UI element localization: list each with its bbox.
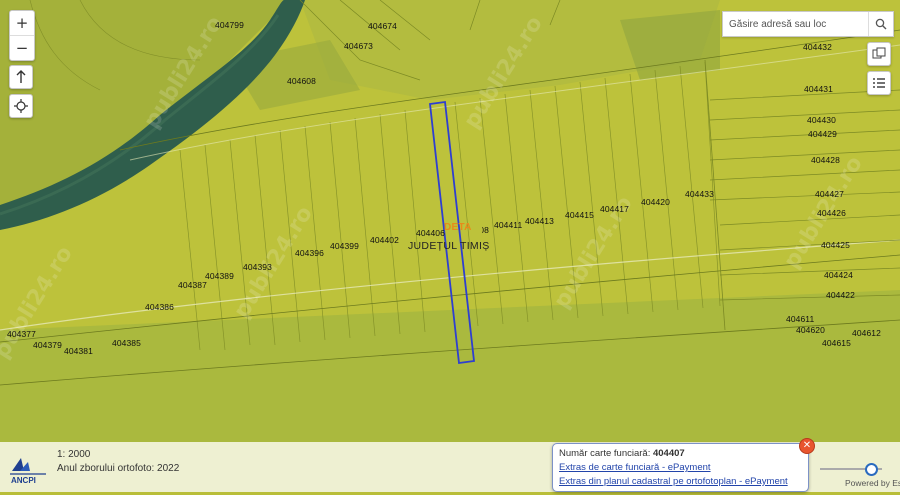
- zoom-out-button[interactable]: −: [10, 35, 34, 60]
- parcel-label[interactable]: 404427: [815, 189, 844, 199]
- parcel-label[interactable]: 404411: [494, 220, 522, 230]
- parcel-label[interactable]: 404406: [416, 228, 445, 238]
- parcel-label[interactable]: 404387: [178, 280, 207, 290]
- parcel-label[interactable]: 404381: [64, 346, 93, 356]
- parcel-label[interactable]: 404415: [565, 210, 594, 220]
- parcel-label[interactable]: 404379: [33, 340, 62, 350]
- locate-button[interactable]: [9, 94, 33, 118]
- parcel-label[interactable]: 404615: [822, 338, 851, 348]
- basemap-toggle-button[interactable]: [867, 42, 891, 66]
- zoom-in-button[interactable]: +: [10, 11, 34, 35]
- parcel-label[interactable]: 404413: [525, 216, 554, 226]
- carte-number: 404407: [652, 448, 685, 459]
- parcel-label[interactable]: 404799: [215, 20, 244, 30]
- zoom-control: + −: [9, 10, 35, 61]
- orthophoto-year: Anul zborului ortofoto: 2022: [57, 463, 180, 474]
- scale-text: 1: 2000: [57, 449, 91, 460]
- list-icon: [873, 78, 885, 88]
- ancpi-logo: ANCPI: [8, 453, 48, 490]
- parcel-label[interactable]: 404420: [641, 197, 670, 207]
- parcel-label[interactable]: 404432: [803, 42, 832, 52]
- search-box: [722, 11, 894, 37]
- parcel-label[interactable]: 404389: [205, 271, 234, 281]
- map-view[interactable]: publi24.ro publi24.ro publi24.ro publi24…: [0, 0, 900, 442]
- search-icon: [875, 18, 887, 30]
- parcel-label[interactable]: 404426: [817, 208, 846, 218]
- parcel-label[interactable]: 404402: [370, 235, 399, 245]
- extras-plan-link[interactable]: Extras din planul cadastral pe ortofotop…: [559, 476, 788, 487]
- popup-close-button[interactable]: ✕: [799, 438, 815, 454]
- parcel-label[interactable]: 404385: [112, 338, 141, 348]
- close-icon: ✕: [802, 440, 812, 451]
- parcel-label[interactable]: 404377: [7, 329, 36, 339]
- parcel-label[interactable]: 404673: [344, 41, 373, 51]
- north-arrow-button[interactable]: [9, 65, 33, 89]
- parcel-label[interactable]: 404674: [368, 21, 397, 31]
- parcel-label[interactable]: 404399: [330, 241, 359, 251]
- parcel-label[interactable]: 404430: [807, 115, 836, 125]
- map-imagery: [0, 0, 900, 442]
- parcel-popup: Număr carte funciară: 404407 Extras de c…: [552, 443, 809, 492]
- parcel-label[interactable]: 404433: [685, 189, 714, 199]
- search-button[interactable]: [868, 12, 893, 36]
- legend-button[interactable]: [867, 71, 891, 95]
- county-label: JUDEȚUL TIMIȘ: [408, 240, 490, 252]
- parcel-label[interactable]: 404417: [600, 204, 629, 214]
- scale-info: 1: 2000 Anul zborului ortofoto: 2022: [57, 448, 179, 476]
- parcel-label[interactable]: 404428: [811, 155, 840, 165]
- opacity-slider-handle[interactable]: [865, 463, 878, 476]
- parcel-label[interactable]: 404393: [243, 262, 272, 272]
- layers-swap-icon: [872, 47, 886, 59]
- extras-carte-link[interactable]: Extras de carte funciară - ePayment: [559, 462, 711, 473]
- parcel-label[interactable]: 404386: [145, 302, 174, 312]
- parcel-label[interactable]: 404431: [804, 84, 833, 94]
- parcel-label[interactable]: 404612: [852, 328, 881, 338]
- arrow-up-icon: [16, 70, 26, 83]
- parcel-label[interactable]: 404608: [287, 76, 316, 86]
- parcel-label[interactable]: 404429: [808, 129, 837, 139]
- uat-label: DETA: [444, 222, 472, 233]
- parcel-label[interactable]: 404611: [786, 314, 814, 324]
- carte-label: Număr carte funciară:: [559, 448, 653, 459]
- search-input[interactable]: [723, 17, 868, 31]
- parcel-label[interactable]: 404425: [821, 240, 850, 250]
- attribution: Powered by Esri: [845, 478, 900, 488]
- parcel-label[interactable]: 404424: [824, 270, 853, 280]
- parcel-label[interactable]: 404620: [796, 325, 825, 335]
- logo-text: ANCPI: [11, 476, 36, 485]
- parcel-label[interactable]: 404422: [826, 290, 855, 300]
- carte-line: Număr carte funciară: 404407: [559, 448, 685, 459]
- crosshair-icon: [14, 99, 28, 113]
- parcel-label[interactable]: 404396: [295, 248, 324, 258]
